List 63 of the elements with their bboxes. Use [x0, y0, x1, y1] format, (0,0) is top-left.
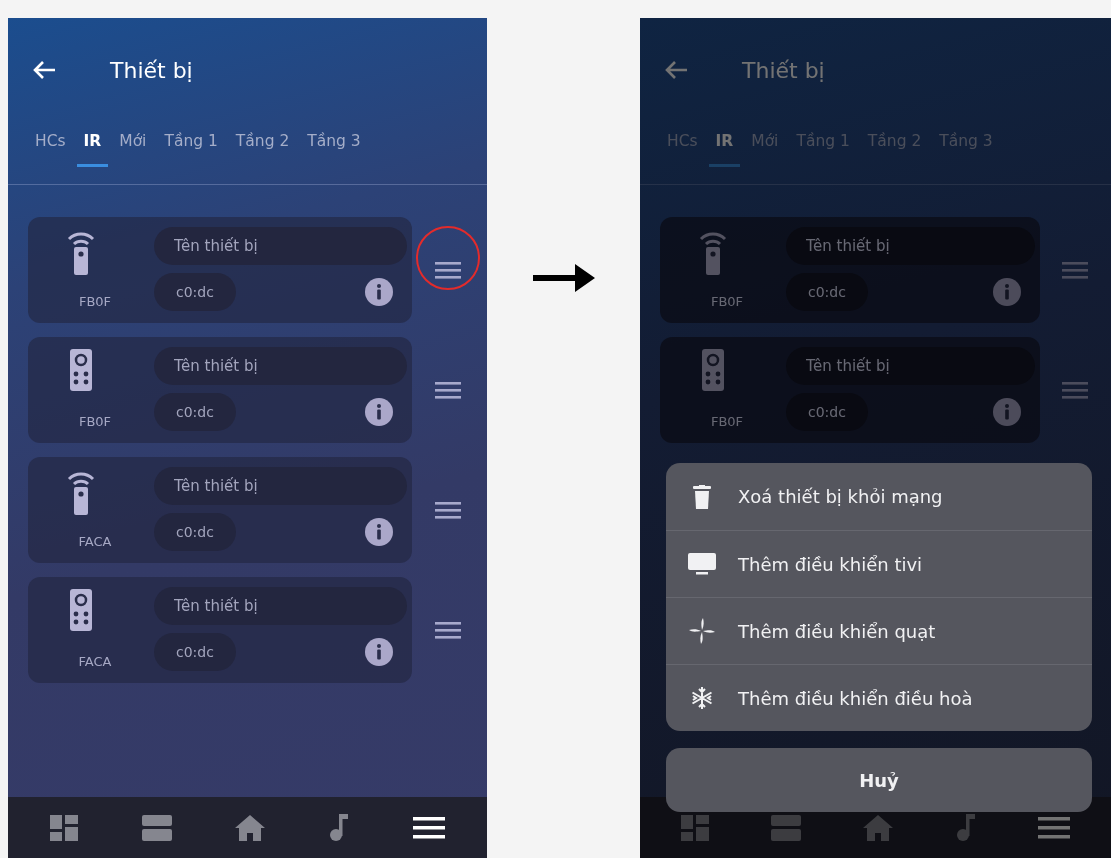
back-button[interactable]: [32, 60, 56, 80]
info-icon[interactable]: [365, 398, 393, 426]
menu-icon: [1062, 381, 1089, 399]
menu-icon: [435, 501, 461, 519]
remote-control-icon: [70, 589, 92, 631]
mac-address-pill: c0:dc: [154, 513, 236, 551]
info-icon[interactable]: [365, 278, 393, 306]
menu-icon: [435, 621, 461, 639]
stacked-bars-icon: [771, 814, 802, 841]
dashboard-grid-icon: [681, 814, 710, 841]
right-arrow-icon: [532, 264, 595, 292]
dashboard-grid-icon: [49, 814, 78, 841]
menu-icon: [413, 816, 446, 839]
action-sheet-item[interactable]: Xoá thiết bị khỏi mạng: [666, 463, 1092, 530]
device-code: FACA: [78, 534, 112, 549]
nav-tab[interactable]: [413, 816, 446, 839]
monitor-icon: [688, 553, 716, 575]
action-sheet-item[interactable]: Thêm điều khiển quạt: [666, 597, 1092, 664]
back-arrow-icon: [664, 60, 688, 80]
action-sheet-item[interactable]: Thêm điều khiển tivi: [666, 530, 1092, 597]
back-arrow-icon: [32, 60, 56, 80]
device-name-field[interactable]: Tên thiết bị: [786, 347, 1035, 385]
music-note-icon: [955, 814, 976, 841]
device-name-field[interactable]: Tên thiết bị: [154, 587, 407, 625]
mac-address-pill: c0:dc: [786, 393, 868, 431]
remote-control-icon: [70, 349, 92, 391]
tab[interactable]: Tầng 3: [300, 124, 368, 167]
action-sheet-item[interactable]: Thêm điều khiển điều hoà: [666, 664, 1092, 731]
mac-address-pill: c0:dc: [154, 633, 236, 671]
info-icon[interactable]: [365, 518, 393, 546]
mac-address-pill: c0:dc: [786, 273, 868, 311]
music-note-icon: [329, 814, 350, 841]
screen-title: Thiết bị: [110, 57, 193, 83]
tab[interactable]: Tầng 2: [228, 124, 297, 167]
fan-icon: [688, 618, 716, 644]
device-name-field[interactable]: Tên thiết bị: [154, 227, 407, 265]
device-code: FACA: [78, 654, 112, 669]
home-icon: [235, 814, 266, 841]
menu-icon: [1062, 261, 1089, 279]
stacked-bars-icon: [141, 814, 172, 841]
device-name-field[interactable]: Tên thiết bị: [154, 467, 407, 505]
tab[interactable]: Mới: [112, 124, 154, 167]
device-code: FB0F: [710, 414, 744, 429]
screen-title: Thiết bị: [742, 57, 825, 83]
device-name-field[interactable]: Tên thiết bị: [154, 347, 407, 385]
menu-icon: [435, 261, 461, 279]
tab[interactable]: HCs: [28, 124, 73, 167]
device-code: FB0F: [710, 294, 744, 309]
info-icon[interactable]: [365, 638, 393, 666]
home-icon: [863, 814, 894, 841]
back-button[interactable]: [664, 60, 688, 80]
device-code: FB0F: [78, 294, 112, 309]
mac-address-pill: c0:dc: [154, 273, 236, 311]
remote-control-icon: [702, 349, 724, 391]
device-name-field[interactable]: Tên thiết bị: [786, 227, 1035, 265]
tab[interactable]: Tầng 1: [157, 124, 225, 167]
menu-icon: [1037, 816, 1070, 839]
tab[interactable]: IR: [76, 124, 109, 167]
tab[interactable]: IR: [708, 124, 741, 167]
device-code: FB0F: [78, 414, 112, 429]
menu-icon: [435, 381, 461, 399]
mac-address-pill: c0:dc: [154, 393, 236, 431]
cancel-button[interactable]: Huỷ: [666, 748, 1092, 812]
